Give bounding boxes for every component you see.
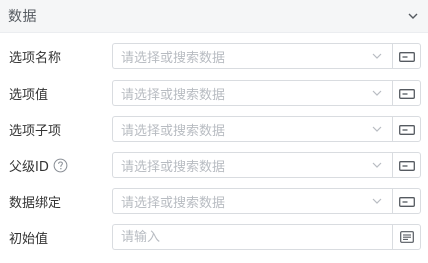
variable-binding-icon bbox=[398, 192, 415, 211]
panel-header[interactable]: 数据 bbox=[0, 0, 428, 33]
chevron-down-icon[interactable] bbox=[371, 153, 383, 177]
variable-binding-icon bbox=[398, 120, 415, 139]
parent-id-select[interactable]: 请选择或搜索数据 bbox=[112, 152, 392, 178]
option-name-select[interactable]: 请选择或搜索数据 bbox=[112, 43, 392, 69]
field-label: 父级ID bbox=[9, 159, 49, 175]
field-label: 选项名称 bbox=[9, 50, 62, 66]
field-label: 数据绑定 bbox=[9, 195, 62, 211]
field-row-option-children: 选项子项 请选择或搜索数据 bbox=[0, 116, 428, 142]
field-label: 选项值 bbox=[9, 87, 49, 103]
initial-value-input[interactable] bbox=[112, 224, 392, 250]
field-row-option-value: 选项值 请选择或搜索数据 bbox=[0, 80, 428, 106]
variable-binding-button[interactable] bbox=[392, 43, 421, 69]
variable-binding-icon bbox=[398, 156, 415, 175]
variable-binding-button[interactable] bbox=[392, 116, 421, 142]
chevron-down-icon[interactable] bbox=[371, 117, 383, 141]
field-label: 选项子项 bbox=[9, 123, 62, 139]
field-label: 初始值 bbox=[9, 231, 49, 247]
text-editor-button[interactable] bbox=[392, 224, 421, 250]
question-circle-icon[interactable] bbox=[53, 157, 69, 173]
field-row-parent-id: 父级ID 请选择或搜索数据 bbox=[0, 152, 428, 178]
field-label-with-help: 父级ID bbox=[9, 156, 69, 175]
data-binding-select[interactable]: 请选择或搜索数据 bbox=[112, 188, 392, 214]
variable-binding-button[interactable] bbox=[392, 80, 421, 106]
option-children-select[interactable]: 请选择或搜索数据 bbox=[112, 116, 392, 142]
chevron-down-icon[interactable] bbox=[371, 189, 383, 213]
select-placeholder: 请选择或搜索数据 bbox=[121, 159, 226, 175]
option-value-select[interactable]: 请选择或搜索数据 bbox=[112, 80, 392, 106]
chevron-down-icon[interactable] bbox=[371, 44, 383, 68]
variable-binding-icon bbox=[398, 84, 415, 103]
select-placeholder: 请选择或搜索数据 bbox=[121, 195, 226, 211]
field-row-data-binding: 数据绑定 请选择或搜索数据 bbox=[0, 188, 428, 214]
field-row-initial-value: 初始值 bbox=[0, 224, 428, 250]
chevron-down-icon[interactable] bbox=[371, 81, 383, 105]
data-panel: 数据 选项名称 请选择或搜索数据 选项值 请选择或搜索数据 选项子项 请选择或搜… bbox=[0, 0, 428, 263]
variable-binding-button[interactable] bbox=[392, 152, 421, 178]
text-editor-icon bbox=[399, 228, 414, 247]
variable-binding-button[interactable] bbox=[392, 188, 421, 214]
select-placeholder: 请选择或搜索数据 bbox=[121, 87, 226, 103]
variable-binding-icon bbox=[398, 47, 415, 66]
select-placeholder: 请选择或搜索数据 bbox=[121, 123, 226, 139]
field-row-option-name: 选项名称 请选择或搜索数据 bbox=[0, 43, 428, 69]
panel-title: 数据 bbox=[8, 9, 37, 25]
chevron-down-icon[interactable] bbox=[407, 10, 419, 22]
select-placeholder: 请选择或搜索数据 bbox=[121, 50, 226, 66]
